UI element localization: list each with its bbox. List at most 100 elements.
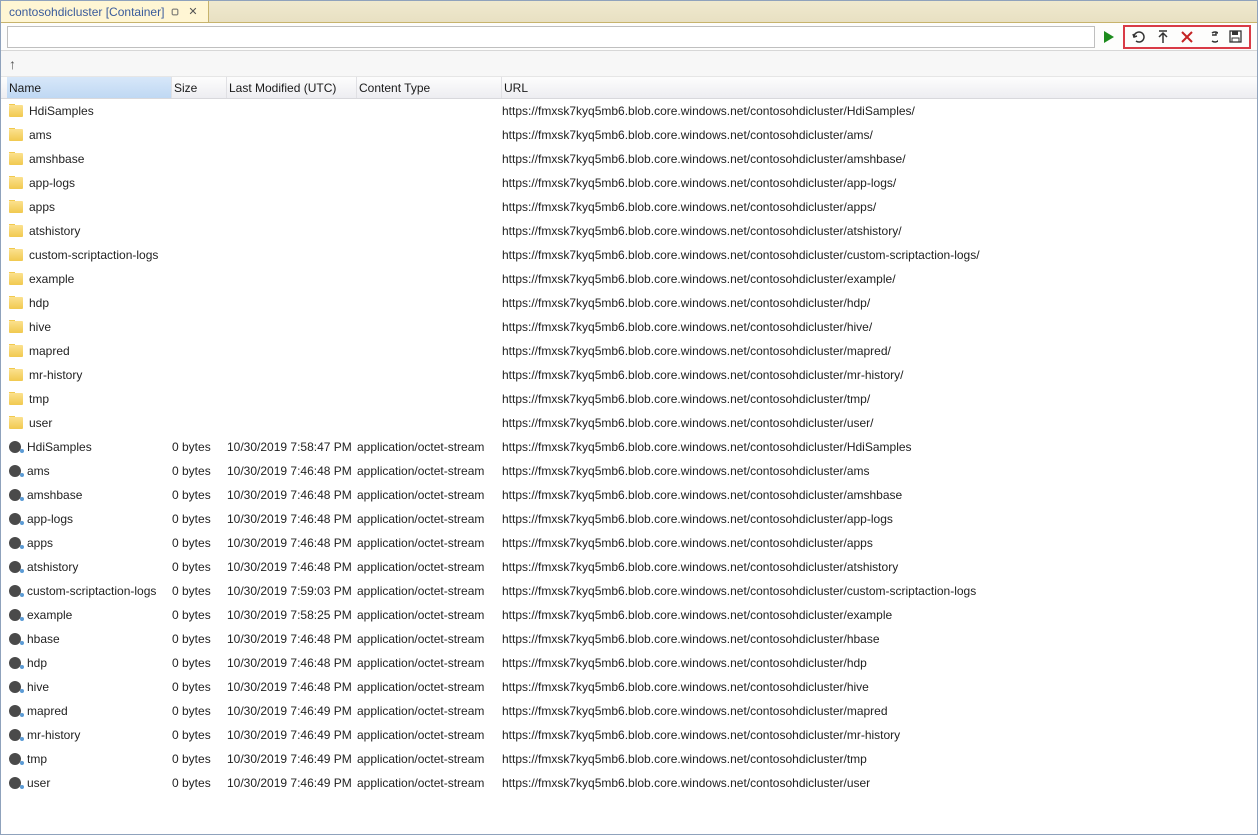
cell-name: hive (7, 320, 172, 334)
up-icon[interactable]: ↑ (9, 56, 16, 72)
table-row[interactable]: mr-history0 bytes10/30/2019 7:46:49 PMap… (1, 723, 1257, 747)
cell-name: apps (7, 200, 172, 214)
cell-url: https://fmxsk7kyq5mb6.blob.core.windows.… (502, 176, 1257, 190)
cell-name: mapred (7, 704, 172, 718)
cell-url: https://fmxsk7kyq5mb6.blob.core.windows.… (502, 152, 1257, 166)
cell-size: 0 bytes (172, 536, 227, 550)
cell-url: https://fmxsk7kyq5mb6.blob.core.windows.… (502, 488, 1257, 502)
table-row[interactable]: app-logs https://fmxsk7kyq5mb6.blob.core.… (1, 171, 1257, 195)
cell-type: application/octet-stream (357, 584, 502, 598)
folder-icon (9, 249, 23, 261)
cell-type: application/octet-stream (357, 488, 502, 502)
cell-name: hdp (7, 656, 172, 670)
table-row[interactable]: amshttps://fmxsk7kyq5mb6.blob.core.windo… (1, 123, 1257, 147)
go-button[interactable] (1099, 27, 1119, 47)
cell-size: 0 bytes (172, 680, 227, 694)
table-row[interactable]: hdphttps://fmxsk7kyq5mb6.blob.core.windo… (1, 291, 1257, 315)
open-button[interactable] (1201, 27, 1221, 47)
blob-icon (9, 513, 21, 525)
folder-icon (9, 225, 23, 237)
table-row[interactable]: tmp0 bytes10/30/2019 7:46:49 PMapplicati… (1, 747, 1257, 771)
blob-icon (9, 657, 21, 669)
table-row[interactable]: custom-scriptaction-logs0 bytes10/30/201… (1, 579, 1257, 603)
cell-size: 0 bytes (172, 464, 227, 478)
table-row[interactable]: hive https://fmxsk7kyq5mb6.blob.core.wind… (1, 315, 1257, 339)
grid-body[interactable]: HdiSamples https://fmxsk7kyq5mb6.blob.cor… (1, 99, 1257, 834)
cell-type: application/octet-stream (357, 656, 502, 670)
table-row[interactable]: HdiSamples0 bytes10/30/2019 7:58:47 PMap… (1, 435, 1257, 459)
col-contenttype[interactable]: Content Type (357, 77, 502, 98)
table-row[interactable]: user https://fmxsk7kyq5mb6.blob.core.wind… (1, 411, 1257, 435)
table-row[interactable]: apps0 bytes10/30/2019 7:46:48 PMapplicat… (1, 531, 1257, 555)
cell-size: 0 bytes (172, 488, 227, 502)
table-row[interactable]: HdiSampleshttps://fmxsk7kyq5mb6.blob.cor… (1, 99, 1257, 123)
table-row[interactable]: mr-historyhttps://fmxsk7kyq5mb6.blob.cor… (1, 363, 1257, 387)
cell-name: example (7, 272, 172, 286)
folder-icon (9, 345, 23, 357)
cell-url: https://fmxsk7kyq5mb6.blob.core.windows.… (502, 320, 1257, 334)
cell-modified: 10/30/2019 7:58:47 PM (227, 440, 357, 454)
tab-container[interactable]: contosohdicluster [Container] ✕ (1, 1, 209, 22)
blob-icon (9, 465, 21, 477)
blob-icon (9, 705, 21, 717)
cell-size: 0 bytes (172, 776, 227, 790)
table-row[interactable]: atshistoryhttps://fmxsk7kyq5mb6.blob.cor… (1, 219, 1257, 243)
cell-name: amshbase (7, 152, 172, 166)
folder-icon (9, 153, 23, 165)
cell-name: app-logs (7, 176, 172, 190)
blob-icon (9, 729, 21, 741)
cell-size: 0 bytes (172, 560, 227, 574)
cell-name: HdiSamples (7, 104, 172, 118)
upload-button[interactable] (1153, 27, 1173, 47)
col-url[interactable]: URL (502, 77, 1257, 98)
cell-modified: 10/30/2019 7:58:25 PM (227, 608, 357, 622)
cell-url: https://fmxsk7kyq5mb6.blob.core.windows.… (502, 416, 1257, 430)
blob-icon (9, 537, 21, 549)
table-row[interactable]: appshttps://fmxsk7kyq5mb6.blob.core.wind… (1, 195, 1257, 219)
delete-button[interactable] (1177, 27, 1197, 47)
folder-icon (9, 417, 23, 429)
address-input[interactable] (7, 26, 1095, 48)
blob-icon (9, 585, 21, 597)
cell-name: app-logs (7, 512, 172, 526)
table-row[interactable]: hive0 bytes10/30/2019 7:46:48 PMapplicat… (1, 675, 1257, 699)
blob-icon (9, 441, 21, 453)
cell-url: https://fmxsk7kyq5mb6.blob.core.windows.… (502, 704, 1257, 718)
pin-icon[interactable] (168, 4, 182, 18)
table-row[interactable]: tmphttps://fmxsk7kyq5mb6.blob.core.windo… (1, 387, 1257, 411)
blob-icon (9, 753, 21, 765)
col-lastmodified[interactable]: Last Modified (UTC) (227, 77, 357, 98)
close-icon[interactable]: ✕ (186, 5, 199, 18)
cell-name: user (7, 416, 172, 430)
table-row[interactable]: mapredhttps://fmxsk7kyq5mb6.blob.core.wi… (1, 339, 1257, 363)
refresh-button[interactable] (1129, 27, 1149, 47)
cell-type: application/octet-stream (357, 680, 502, 694)
cell-type: application/octet-stream (357, 512, 502, 526)
table-row[interactable]: custom-scriptaction-logshttps://fmxsk7ky… (1, 243, 1257, 267)
cell-url: https://fmxsk7kyq5mb6.blob.core.windows.… (502, 584, 1257, 598)
table-row[interactable]: example0 bytes10/30/2019 7:58:25 PMappli… (1, 603, 1257, 627)
cell-url: https://fmxsk7kyq5mb6.blob.core.windows.… (502, 224, 1257, 238)
table-row[interactable]: ams0 bytes10/30/2019 7:46:48 PMapplicati… (1, 459, 1257, 483)
col-name[interactable]: Name (7, 77, 172, 98)
table-row[interactable]: hbase0 bytes10/30/2019 7:46:48 PMapplica… (1, 627, 1257, 651)
table-row[interactable]: hdp0 bytes10/30/2019 7:46:48 PMapplicati… (1, 651, 1257, 675)
cell-size: 0 bytes (172, 440, 227, 454)
cell-modified: 10/30/2019 7:46:48 PM (227, 680, 357, 694)
folder-icon (9, 321, 23, 333)
table-row[interactable]: example https://fmxsk7kyq5mb6.blob.core.w… (1, 267, 1257, 291)
table-row[interactable]: amshbase https://fmxsk7kyq5mb6.blob.core.… (1, 147, 1257, 171)
table-row[interactable]: app-logs0 bytes10/30/2019 7:46:48 PMappl… (1, 507, 1257, 531)
cell-url: https://fmxsk7kyq5mb6.blob.core.windows.… (502, 272, 1257, 286)
blob-icon (9, 681, 21, 693)
cell-name: custom-scriptaction-logs (7, 584, 172, 598)
table-row[interactable]: atshistory0 bytes10/30/2019 7:46:48 PMap… (1, 555, 1257, 579)
blob-icon (9, 633, 21, 645)
col-size[interactable]: Size (172, 77, 227, 98)
save-button[interactable] (1225, 27, 1245, 47)
cell-url: https://fmxsk7kyq5mb6.blob.core.windows.… (502, 608, 1257, 622)
table-row[interactable]: amshbase0 bytes10/30/2019 7:46:48 PMappl… (1, 483, 1257, 507)
table-row[interactable]: mapred0 bytes10/30/2019 7:46:49 PMapplic… (1, 699, 1257, 723)
folder-icon (9, 297, 23, 309)
table-row[interactable]: user0 bytes10/30/2019 7:46:49 PMapplicat… (1, 771, 1257, 795)
